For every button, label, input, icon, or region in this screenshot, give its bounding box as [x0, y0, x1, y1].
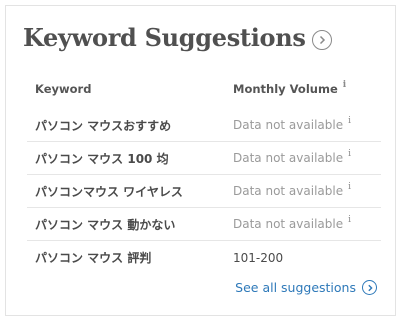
volume-cell: Data not available i: [233, 149, 351, 165]
column-header-volume: Monthly Volume i: [233, 80, 346, 96]
see-all-suggestions-label: See all suggestions: [235, 280, 356, 295]
volume-cell: Data not available i: [233, 116, 351, 132]
table-row: パソコンマウス ワイヤレス Data not available i: [27, 175, 381, 208]
keyword-cell: パソコン マウス 動かない: [35, 217, 176, 232]
chevron-right-icon: [367, 284, 373, 291]
volume-cell: Data not available i: [233, 215, 351, 231]
volume-value: Data not available: [233, 151, 344, 165]
info-icon[interactable]: i: [343, 80, 346, 90]
keyword-cell: パソコンマウス ワイヤレス: [35, 184, 183, 199]
volume-value: Data not available: [233, 184, 344, 198]
keyword-cell: パソコン マウス 評判: [35, 251, 152, 265]
info-icon[interactable]: i: [348, 116, 351, 126]
table-row: パソコン マウス 100 均 Data not available i: [27, 142, 381, 175]
volume-value: 101-200: [233, 250, 284, 265]
chevron-right-icon: [319, 35, 325, 44]
keyword-cell: パソコン マウス 100 均: [35, 151, 169, 166]
info-icon[interactable]: i: [348, 149, 351, 159]
keyword-cell: パソコン マウスおすすめ: [35, 118, 172, 133]
volume-cell: 101-200: [233, 251, 283, 265]
keyword-suggestions-card: Keyword Suggestions Keyword Monthly Volu…: [5, 5, 396, 316]
volume-cell: Data not available i: [233, 182, 351, 198]
table-row: パソコン マウスおすすめ Data not available i: [27, 109, 381, 142]
see-all-suggestions-link[interactable]: See all suggestions: [235, 280, 377, 295]
table-header-row: Keyword Monthly Volume i: [27, 69, 381, 109]
volume-value: Data not available: [233, 217, 344, 231]
table-row: パソコン マウス 評判 101-200: [27, 241, 381, 274]
info-icon[interactable]: i: [348, 215, 351, 225]
title-chevron-right-circle-icon[interactable]: [311, 29, 332, 50]
card-header: Keyword Suggestions: [23, 22, 332, 54]
card-title: Keyword Suggestions: [23, 23, 306, 52]
table-row: パソコン マウス 動かない Data not available i: [27, 208, 381, 241]
column-header-keyword: Keyword: [35, 82, 92, 96]
info-icon[interactable]: i: [348, 182, 351, 192]
column-header-volume-label: Monthly Volume: [233, 82, 338, 96]
chevron-right-circle-icon: [362, 280, 377, 295]
volume-value: Data not available: [233, 118, 344, 132]
suggestions-table: Keyword Monthly Volume i パソコン マウスおすすめ Dat…: [27, 69, 381, 274]
